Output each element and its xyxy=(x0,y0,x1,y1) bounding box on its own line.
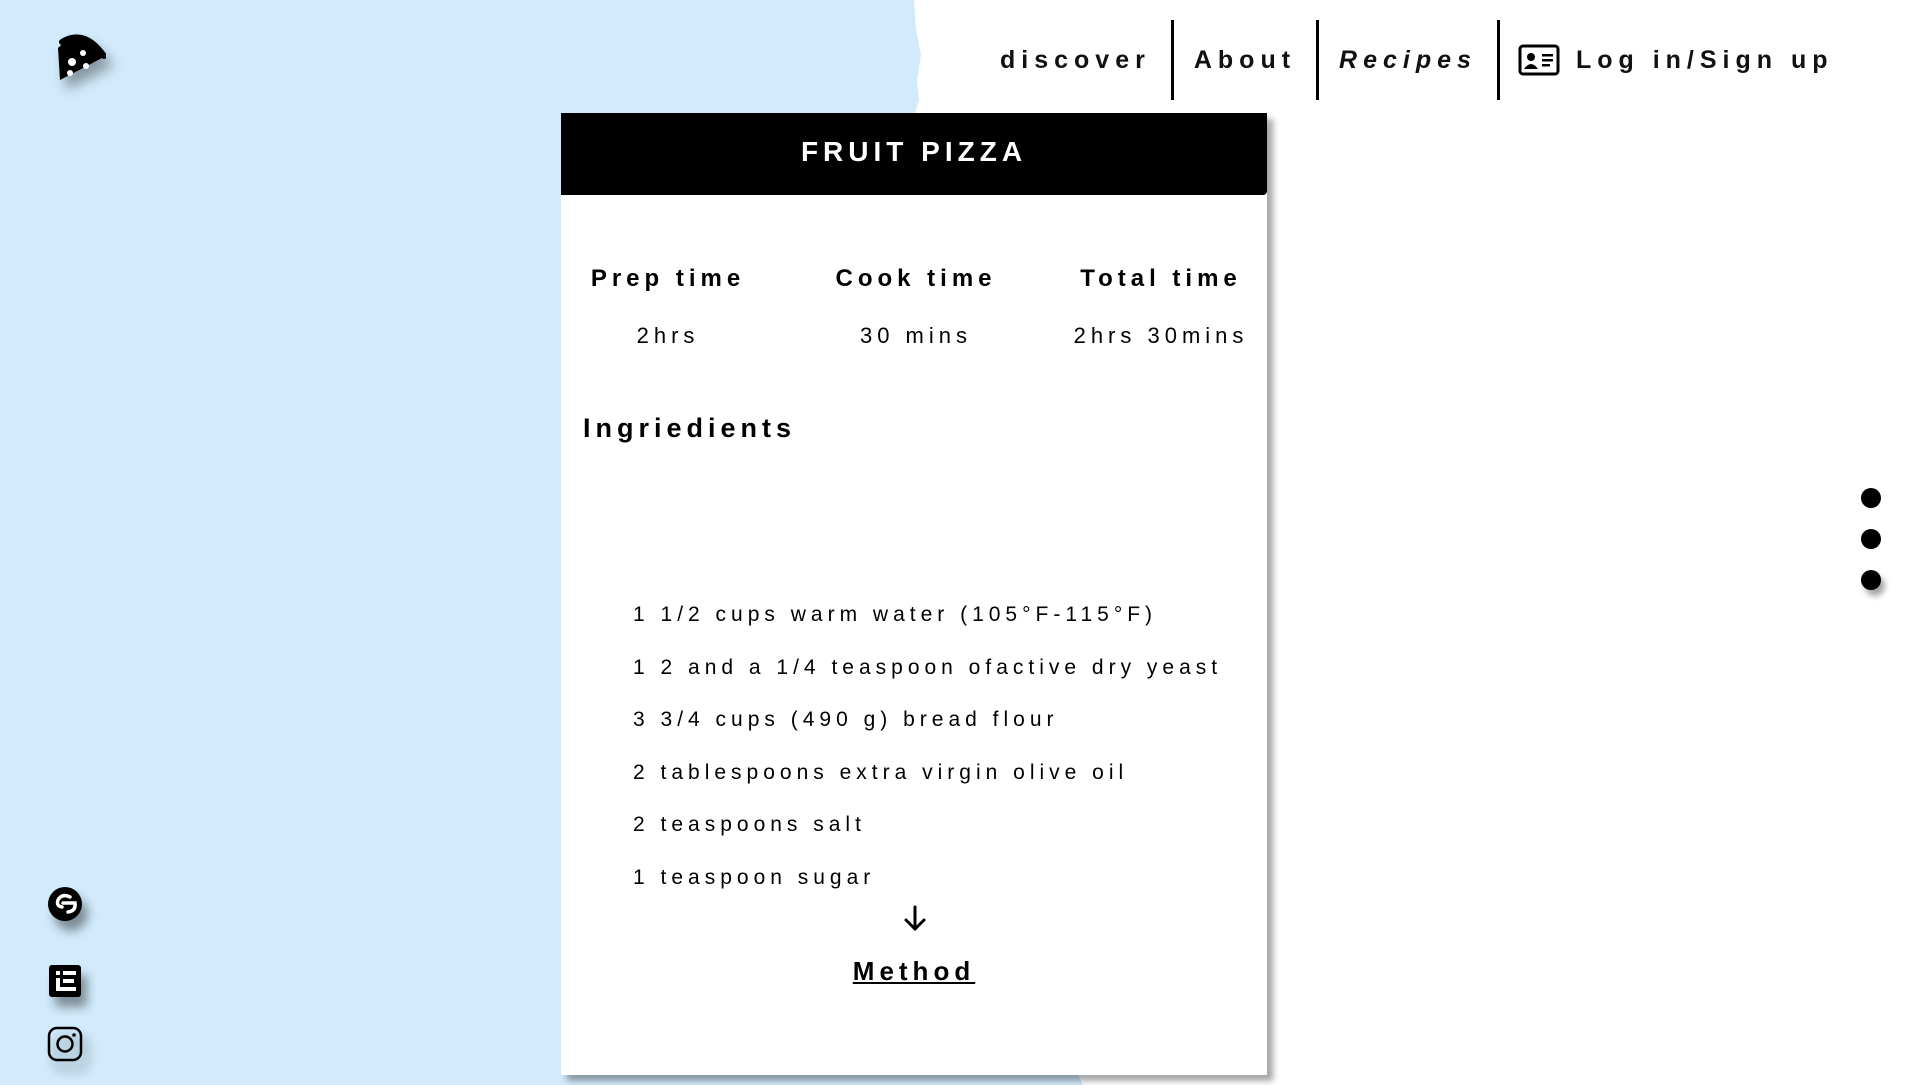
ingredient-item: 1 1/2 cups warm water (105°F-115°F) xyxy=(633,603,1158,626)
ingredient-item: 2 teaspoons salt xyxy=(633,813,866,836)
instagram-icon[interactable] xyxy=(46,1025,84,1063)
ingredient-item: 1 teaspoon sugar xyxy=(633,865,876,889)
nav-discover[interactable]: discover xyxy=(980,20,1171,100)
prep-time-value: 2hrs xyxy=(636,323,700,348)
total-time-value: 2hrs 30mins xyxy=(1073,323,1249,348)
prep-time: Prep time 2hrs xyxy=(583,265,753,349)
recipe-title: FRUIT PIZZA xyxy=(800,136,1028,167)
pizza-slice-icon[interactable] xyxy=(50,28,106,84)
ingredient-item: 3 3/4 cups (490 g) bread flour xyxy=(633,708,1059,731)
id-card-icon xyxy=(1518,44,1560,76)
ingredients-heading: Ingriedients xyxy=(583,413,797,443)
total-time: Total time 2hrs 30mins xyxy=(1061,265,1261,349)
pinterest-like-icon[interactable] xyxy=(46,885,84,923)
total-time-label: Total time xyxy=(1080,265,1242,292)
login-signup-label: Log in/Sign up xyxy=(1575,45,1834,74)
carousel-dot-3[interactable] xyxy=(1861,570,1881,590)
cook-time-value: 30 mins xyxy=(859,323,973,348)
carousel-dot-2[interactable] xyxy=(1861,529,1881,549)
cook-time: Cook time 30 mins xyxy=(826,265,1006,349)
cook-time-label: Cook time xyxy=(835,265,997,292)
ingredients-list: 1 1/2 cups warm water (105°F-115°F) 1 2 … xyxy=(633,589,1222,904)
prep-time-label: Prep time xyxy=(590,265,746,292)
top-nav: discover About Recipes Log in/Sign up xyxy=(980,20,1834,100)
arrow-down-icon[interactable] xyxy=(901,903,929,935)
ingredient-item: 1 2 and a 1/4 teaspoon ofactive dry yeas… xyxy=(633,655,1223,679)
login-signup-button[interactable]: Log in/Sign up xyxy=(1500,44,1834,76)
page: discover About Recipes Log in/Sign up FR… xyxy=(0,0,1920,1085)
recipe-card: FRUIT PIZZA Prep time 2hrs Cook time 30 … xyxy=(561,113,1267,1075)
menu-e-icon[interactable] xyxy=(46,962,84,1000)
method-link[interactable]: Method xyxy=(561,956,1267,987)
ingredient-item: 2 tablespoons extra virgin olive oil xyxy=(633,760,1129,784)
nav-about[interactable]: About xyxy=(1174,20,1316,100)
nav-recipes[interactable]: Recipes xyxy=(1319,20,1497,100)
carousel-dot-1[interactable] xyxy=(1861,488,1881,508)
